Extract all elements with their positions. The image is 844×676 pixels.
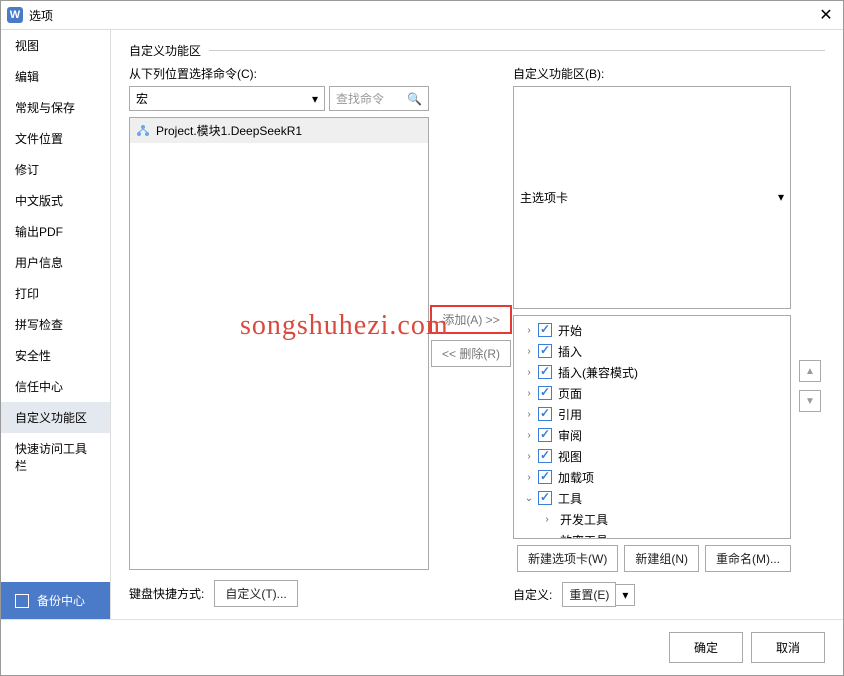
checkbox[interactable] [538,407,552,421]
command-list[interactable]: Project.模块1.DeepSeekR1 [129,117,429,570]
divider [209,50,825,51]
section-title: 自定义功能区 [129,42,201,59]
sidebar-item[interactable]: 自定义功能区 [1,402,110,433]
command-source-select[interactable]: 宏 ▾ [129,86,325,111]
tree-item-label: 插入 [558,343,582,360]
tree-row[interactable]: 视图 [516,446,788,467]
sidebar: 视图编辑常规与保存文件位置修订中文版式输出PDF用户信息打印拼写检查安全性信任中… [1,30,111,619]
sidebar-item[interactable]: 快速访问工具栏 [1,433,110,481]
chevron-down-icon: ▾ [312,92,318,106]
collapse-icon[interactable] [522,388,536,399]
chevron-down-icon: ▾ [778,190,784,204]
collapse-icon[interactable] [540,514,554,525]
checkbox[interactable] [538,491,552,505]
sidebar-item[interactable]: 编辑 [1,61,110,92]
left-label: 从下列位置选择命令(C): [129,65,429,82]
tree-item-label: 页面 [558,385,582,402]
sidebar-item[interactable]: 文件位置 [1,123,110,154]
tree-row[interactable]: 引用 [516,404,788,425]
add-button[interactable]: 添加(A) >> [430,305,511,334]
backup-icon [15,594,29,608]
new-tab-button[interactable]: 新建选项卡(W) [517,545,618,572]
ribbon-target-select[interactable]: 主选项卡 ▾ [513,86,791,309]
checkbox[interactable] [538,449,552,463]
tree-row[interactable]: 页面 [516,383,788,404]
checkbox[interactable] [538,470,552,484]
tree-row[interactable]: 插入 [516,341,788,362]
tree-row[interactable]: 加载项 [516,467,788,488]
dialog-title: 选项 [29,7,815,24]
ok-button[interactable]: 确定 [669,632,743,663]
tree-row[interactable]: 效率工具 [516,530,788,540]
checkbox[interactable] [538,428,552,442]
cancel-button[interactable]: 取消 [751,632,825,663]
app-icon: W [7,7,23,23]
tree-item-label: 工具 [558,490,582,507]
checkbox[interactable] [538,365,552,379]
tree-item-label: 插入(兼容模式) [558,364,638,381]
tree-row[interactable]: 插入(兼容模式) [516,362,788,383]
rename-button[interactable]: 重命名(M)... [705,545,791,572]
search-input[interactable]: 查找命令 🔍 [329,86,429,111]
list-item[interactable]: Project.模块1.DeepSeekR1 [130,118,428,143]
tree-row[interactable]: 工具 [516,488,788,509]
remove-button[interactable]: << 删除(R) [431,340,511,367]
keyboard-customize-button[interactable]: 自定义(T)... [214,580,297,607]
sidebar-item[interactable]: 打印 [1,278,110,309]
tree-item-label: 开始 [558,322,582,339]
move-down-button[interactable]: ▼ [799,390,821,412]
move-up-button[interactable]: ▲ [799,360,821,382]
tree-item-label: 视图 [558,448,582,465]
tree-row[interactable]: 审阅 [516,425,788,446]
backup-label: 备份中心 [37,592,85,609]
select-value: 宏 [136,90,148,107]
sidebar-item[interactable]: 视图 [1,30,110,61]
close-button[interactable]: ✕ [815,4,837,26]
collapse-icon[interactable] [522,409,536,420]
ribbon-tree[interactable]: 开始插入插入(兼容模式)页面引用审阅视图加载项工具开发工具效率工具DeepSee… [513,315,791,540]
sidebar-item[interactable]: 修订 [1,154,110,185]
backup-center-button[interactable]: 备份中心 [1,582,110,619]
expand-icon[interactable] [522,493,536,504]
sidebar-item[interactable]: 输出PDF [1,216,110,247]
tree-item-label: 审阅 [558,427,582,444]
reset-dropdown[interactable]: ▾ [616,584,635,606]
reset-button[interactable]: 重置(E) [562,582,616,607]
list-item-label: Project.模块1.DeepSeekR1 [156,122,302,139]
search-placeholder: 查找命令 [336,90,384,107]
tree-row[interactable]: 开发工具 [516,509,788,530]
tree-row[interactable]: 开始 [516,320,788,341]
custom-label: 自定义: [513,586,552,603]
macro-icon [136,124,150,138]
tree-item-label: 开发工具 [560,511,608,528]
sidebar-item[interactable]: 用户信息 [1,247,110,278]
tree-item-label: 效率工具 [560,532,608,540]
collapse-icon[interactable] [522,367,536,378]
new-group-button[interactable]: 新建组(N) [624,545,699,572]
sidebar-item[interactable]: 常规与保存 [1,92,110,123]
search-icon: 🔍 [407,92,422,106]
collapse-icon[interactable] [540,535,554,540]
select-value: 主选项卡 [520,189,568,206]
tree-item-label: 加载项 [558,469,594,486]
keyboard-label: 键盘快捷方式: [129,585,204,602]
collapse-icon[interactable] [522,325,536,336]
sidebar-item[interactable]: 信任中心 [1,371,110,402]
right-label: 自定义功能区(B): [513,65,791,82]
collapse-icon[interactable] [522,346,536,357]
sidebar-item[interactable]: 中文版式 [1,185,110,216]
collapse-icon[interactable] [522,430,536,441]
checkbox[interactable] [538,386,552,400]
checkbox[interactable] [538,344,552,358]
sidebar-item[interactable]: 安全性 [1,340,110,371]
sidebar-item[interactable]: 拼写检查 [1,309,110,340]
checkbox[interactable] [538,323,552,337]
collapse-icon[interactable] [522,472,536,483]
collapse-icon[interactable] [522,451,536,462]
tree-item-label: 引用 [558,406,582,423]
